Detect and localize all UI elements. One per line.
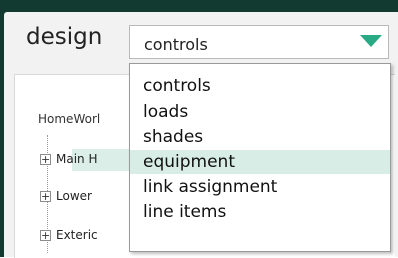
top-bar [0, 0, 398, 12]
dropdown-option[interactable]: equipment [130, 150, 390, 174]
tree-node-label: Exteric [56, 228, 98, 242]
view-select[interactable]: controls [129, 25, 389, 59]
tree-node-label: Lower [56, 189, 92, 203]
expand-icon[interactable]: + [40, 154, 51, 165]
select-dropdown-list: controls loads shades equipment link ass… [129, 63, 391, 252]
tree-node[interactable]: + Lower [40, 186, 140, 208]
chevron-down-icon[interactable] [360, 35, 382, 47]
select-value: controls [144, 35, 208, 54]
dropdown-option[interactable]: controls [130, 74, 390, 98]
dropdown-option[interactable]: shades [130, 125, 390, 149]
expand-icon[interactable]: + [40, 191, 51, 202]
dropdown-option[interactable]: link assignment [130, 175, 390, 199]
tree-node[interactable]: + Main H [40, 149, 142, 171]
tree-root-label[interactable]: HomeWorl [38, 112, 100, 126]
tree-node[interactable]: + Exteric [40, 225, 140, 247]
dropdown-option[interactable]: loads [130, 100, 390, 124]
page-title: design [26, 24, 103, 50]
expand-icon[interactable]: + [40, 230, 51, 241]
tree-node-label: Main H [56, 152, 98, 166]
dropdown-option[interactable]: line items [130, 200, 390, 224]
